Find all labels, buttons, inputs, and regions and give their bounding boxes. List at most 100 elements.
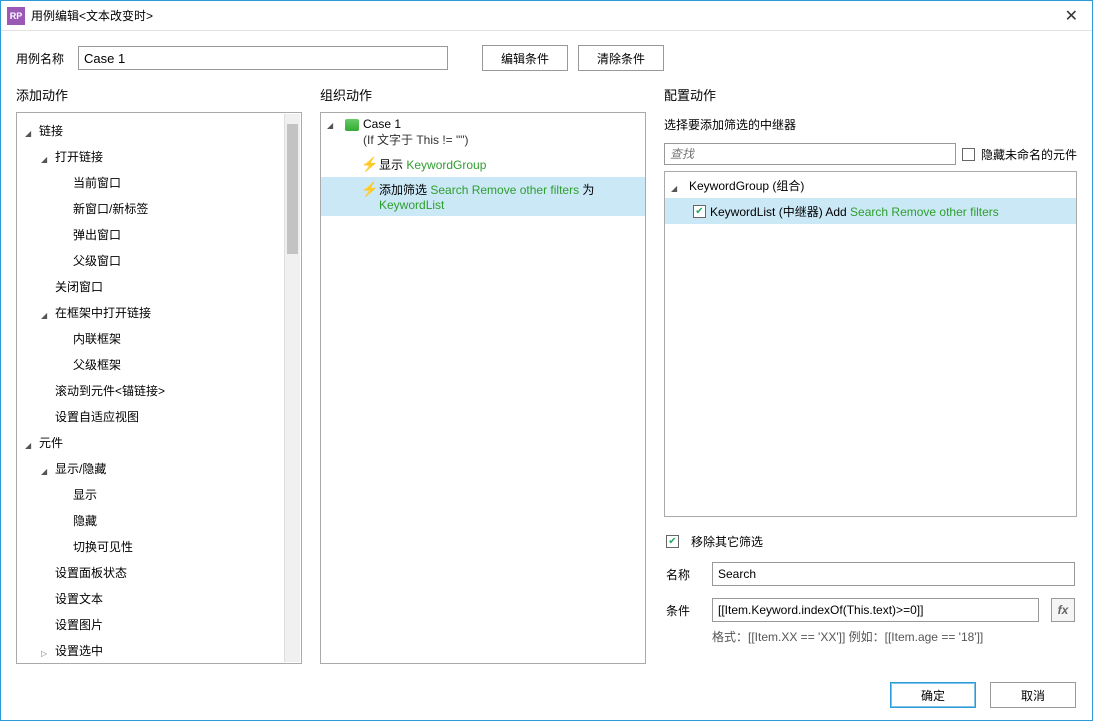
name-field-input[interactable] [712,562,1075,586]
footer: 确定 取消 [1,672,1092,720]
org-panel: Case 1 (If 文字于 This != "") ⚡ 显示 KeywordG… [320,112,646,664]
ok-button[interactable]: 确定 [890,682,976,708]
close-icon[interactable]: ✕ [1057,6,1086,26]
action-tree-item[interactable]: 隐藏 [17,507,301,533]
action-tree-item[interactable]: 设置图片 [17,611,301,637]
chevron-down-icon[interactable] [327,117,337,127]
chevron-down-icon[interactable] [25,125,35,135]
fx-button[interactable]: fx [1051,598,1075,622]
action-tree-item[interactable]: 设置文本 [17,585,301,611]
lightning-icon: ⚡ [361,156,375,173]
tree-item-label: 父级窗口 [73,252,121,269]
tree-item-label: 打开链接 [55,148,103,165]
edit-condition-button[interactable]: 编辑条件 [482,45,568,71]
action-tree-panel: 链接打开链接当前窗口新窗口/新标签弹出窗口父级窗口关闭窗口在框架中打开链接内联框… [16,112,302,664]
action-tree-item[interactable]: 弹出窗口 [17,221,301,247]
chevron-down-icon[interactable] [25,437,35,447]
action-tree-item[interactable]: 显示/隐藏 [17,455,301,481]
remove-other-checkbox[interactable] [666,535,679,548]
case-name-input[interactable] [78,46,448,70]
org-action-addfilter[interactable]: ⚡ 添加筛选 Search Remove other filters 为 Key… [321,177,645,216]
tree-item-label: 链接 [39,122,63,139]
action-text: 显示 [379,158,406,172]
tree-item-label: 显示/隐藏 [55,460,106,477]
cfg-action-header: 配置动作 [664,79,1077,112]
tree-item-label: 内联框架 [73,330,121,347]
action-tree-item[interactable]: 链接 [17,117,301,143]
tree-item-label: 在框架中打开链接 [55,304,151,321]
case-name-label: 用例名称 [16,50,64,67]
action-tree-item[interactable]: 设置选中 [17,637,301,663]
condition-field-input[interactable] [712,598,1039,622]
search-input[interactable] [664,143,956,165]
org-case-row[interactable]: Case 1 (If 文字于 This != "") [321,113,645,152]
name-field-label: 名称 [666,566,700,583]
action-target: KeywordList [379,198,444,212]
hide-unnamed-label: 隐藏未命名的元件 [981,146,1077,163]
action-tree-item[interactable]: 设置自适应视图 [17,403,301,429]
tree-item-label: 元件 [39,434,63,451]
cancel-button[interactable]: 取消 [990,682,1076,708]
action-tree-item[interactable]: 滚动到元件<锚链接> [17,377,301,403]
action-tree-item[interactable]: 元件 [17,429,301,455]
top-row: 用例名称 编辑条件 清除条件 [1,31,1092,79]
tree-item-label: 切换可见性 [73,538,133,555]
condition-hint: 格式：[[Item.XX == 'XX']] 例如：[[Item.age == … [666,628,1075,645]
action-filter: Search Remove other filters [430,183,579,197]
tree-item-label: 父级框架 [73,356,121,373]
tree-item-label: 设置图片 [55,616,103,633]
case-label: Case 1 [363,117,469,131]
target-checkbox[interactable] [693,205,706,218]
action-tree-item[interactable]: 在框架中打开链接 [17,299,301,325]
remove-other-label: 移除其它筛选 [691,533,763,550]
tree-item-label: 设置文本 [55,590,103,607]
action-text: 为 [579,183,594,197]
window-title: 用例编辑<文本改变时> [31,7,1057,24]
tree-item-label: 弹出窗口 [73,226,121,243]
tree-item-label: 设置面板状态 [55,564,127,581]
lightning-icon: ⚡ [361,181,375,198]
target-group-row[interactable]: KeywordGroup (组合) [665,172,1076,198]
add-action-header: 添加动作 [16,79,302,112]
action-tree-item[interactable]: 父级框架 [17,351,301,377]
action-tree-item[interactable]: 当前窗口 [17,169,301,195]
titlebar: RP 用例编辑<文本改变时> ✕ [1,1,1092,31]
cfg-select-label: 选择要添加筛选的中继器 [664,112,1077,137]
case-condition: (If 文字于 This != "") [363,131,469,148]
action-tree-item[interactable]: 内联框架 [17,325,301,351]
action-tree-item[interactable]: 显示 [17,481,301,507]
chevron-right-icon[interactable] [41,645,51,655]
action-tree-item[interactable]: 打开链接 [17,143,301,169]
action-target: KeywordGroup [406,158,486,172]
org-action-header: 组织动作 [320,79,646,112]
clear-condition-button[interactable]: 清除条件 [578,45,664,71]
chevron-down-icon[interactable] [671,180,681,190]
action-tree-item[interactable]: 切换可见性 [17,533,301,559]
action-tree-item[interactable]: 新窗口/新标签 [17,195,301,221]
chevron-down-icon[interactable] [41,151,51,161]
action-tree-item[interactable]: 父级窗口 [17,247,301,273]
hide-unnamed-checkbox[interactable] [962,148,975,161]
condition-field-label: 条件 [666,602,700,619]
action-tree-item[interactable]: 关闭窗口 [17,273,301,299]
app-icon: RP [7,7,25,25]
chevron-down-icon[interactable] [41,463,51,473]
case-icon [345,119,359,131]
scrollbar[interactable] [284,114,300,662]
chevron-down-icon[interactable] [41,307,51,317]
tree-item-label: 隐藏 [73,512,97,529]
tree-item-label: 新窗口/新标签 [73,200,148,217]
tree-item-label: 设置自适应视图 [55,408,139,425]
tree-item-label: 关闭窗口 [55,278,103,295]
target-item-label: KeywordList (中继器) Add [710,205,850,219]
tree-item-label: 当前窗口 [73,174,121,191]
action-text: 添加筛选 [379,183,430,197]
tree-item-label: 滚动到元件<锚链接> [55,382,165,399]
target-item-filter: Search Remove other filters [850,205,999,219]
target-group-label: KeywordGroup (组合) [689,177,804,194]
target-tree-panel: KeywordGroup (组合) KeywordList (中继器) Add … [664,171,1077,517]
org-action-show[interactable]: ⚡ 显示 KeywordGroup [321,152,645,177]
action-tree-item[interactable]: 设置面板状态 [17,559,301,585]
tree-item-label: 显示 [73,486,97,503]
target-item-row[interactable]: KeywordList (中继器) Add Search Remove othe… [665,198,1076,224]
